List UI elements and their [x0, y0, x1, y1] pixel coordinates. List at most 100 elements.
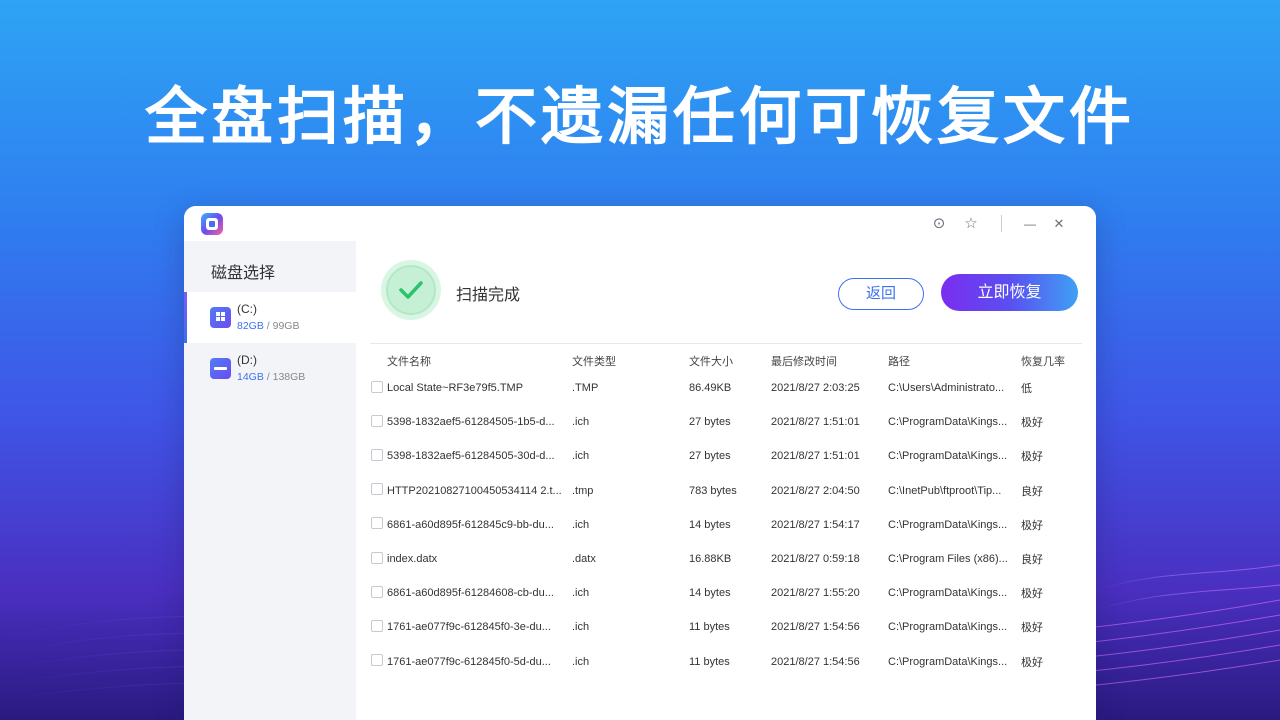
modified-time: 2021/8/27 2:04:50: [771, 484, 860, 497]
table-row[interactable]: 5398-1832aef5-61284505-30d-d... .ich 27 by…: [364, 439, 1081, 473]
row-checkbox[interactable]: [371, 448, 383, 461]
feedback-icon[interactable]: ⊙: [929, 214, 949, 234]
file-size: 27 bytes: [689, 416, 731, 429]
file-name: Local State~RF3e79f5.TMP: [387, 382, 524, 395]
file-path: C:\ProgramData\Kings...: [888, 655, 1008, 668]
file-path: C:\Users\Administrato...: [888, 382, 1005, 395]
file-size: 11 bytes: [689, 655, 730, 668]
row-checkbox[interactable]: [371, 517, 383, 530]
file-type: .TMP: [572, 382, 599, 395]
file-name: 5398-1832aef5-61284505-1b5-d...: [387, 416, 555, 429]
row-checkbox[interactable]: [371, 551, 383, 564]
file-type: .tmp: [572, 484, 594, 497]
drive-item-d[interactable]: (D:) 14GB / 138GB: [184, 343, 356, 394]
scan-status: 扫描完成: [456, 287, 521, 304]
sidebar: 磁盘选择 (C:) 82GB / 99GB (D:) 14GB / 138GB: [184, 241, 356, 720]
recovery-chance: 极好: [1021, 622, 1043, 635]
header-divider: [370, 343, 1082, 344]
file-size: 14 bytes: [689, 518, 731, 531]
modified-time: 2021/8/27 1:54:56: [771, 655, 860, 668]
file-type: .ich: [572, 655, 590, 668]
recover-now-button[interactable]: 立即恢复: [941, 274, 1078, 311]
app-logo-icon: [201, 213, 223, 235]
recovery-chance: 极好: [1021, 656, 1043, 669]
file-size: 86.49KB: [689, 382, 732, 395]
row-checkbox[interactable]: [371, 654, 383, 667]
drive-capacity: 82GB / 99GB: [237, 320, 300, 332]
file-name: HTTP20210827100450534114 2.t...: [387, 484, 562, 497]
table-row[interactable]: index.datx .datx 16.88KB 2021/8/27 0:59:18 C…: [364, 542, 1081, 576]
table-row[interactable]: Local State~RF3e79f5.TMP .TMP 86.49KB 2021/…: [364, 371, 1081, 405]
back-button[interactable]: 返回: [838, 278, 924, 310]
file-size: 14 bytes: [689, 587, 731, 600]
file-table: 文件名称 文件类型 文件大小 最后修改时间 路径 恢复几率 Local Stat…: [364, 351, 1081, 679]
file-name: 6861-a60d895f-612845c9-bb-du...: [387, 518, 554, 531]
file-path: C:\ProgramData\Kings...: [888, 518, 1008, 531]
recovery-chance: 极好: [1021, 519, 1043, 532]
file-path: C:\ProgramData\Kings...: [888, 621, 1008, 634]
file-size: 11 bytes: [689, 621, 730, 634]
windows-drive-icon: [210, 307, 231, 328]
table-row[interactable]: 1761-ae077f9c-612845f0-3e-du... .ich 11 by…: [364, 610, 1081, 644]
table-row[interactable]: 6861-a60d895f-612845c9-bb-du... .ich 14 by…: [364, 508, 1081, 542]
titlebar-divider: [1001, 215, 1002, 232]
file-type: .ich: [572, 518, 590, 531]
modified-time: 2021/8/27 1:54:17: [771, 518, 860, 531]
column-header[interactable]: 路径: [888, 351, 1021, 371]
table-row[interactable]: 1761-ae077f9c-612845f0-5d-du... .ich 11 by…: [364, 645, 1081, 679]
column-header[interactable]: 文件大小: [689, 351, 771, 371]
file-path: C:\ProgramData\Kings...: [888, 450, 1008, 463]
row-checkbox[interactable]: [371, 483, 383, 496]
table-row[interactable]: HTTP20210827100450534114 2.t... .tmp 783 b…: [364, 474, 1081, 508]
row-checkbox[interactable]: [371, 414, 383, 427]
table-header-row: 文件名称 文件类型 文件大小 最后修改时间 路径 恢复几率: [364, 351, 1081, 371]
column-header[interactable]: 恢复几率: [1021, 351, 1081, 371]
file-size: 16.88KB: [689, 553, 732, 566]
table-row[interactable]: 6861-a60d895f-61284608-cb-du... .ich 14 by…: [364, 576, 1081, 610]
star-icon[interactable]: ☆: [961, 214, 981, 234]
modified-time: 2021/8/27 1:55:20: [771, 587, 860, 600]
drive-name: (C:): [237, 302, 257, 316]
table-row[interactable]: 5398-1832aef5-61284505-1b5-d... .ich 27 by…: [364, 405, 1081, 439]
column-header[interactable]: 文件名称: [387, 351, 572, 371]
file-name: index.datx: [387, 553, 438, 566]
minimize-icon[interactable]: —: [1020, 214, 1040, 234]
file-size: 783 bytes: [689, 484, 737, 497]
file-name: 5398-1832aef5-61284505-30d-d...: [387, 450, 555, 463]
file-type: .ich: [572, 621, 590, 634]
row-checkbox[interactable]: [371, 619, 383, 632]
recovery-chance: 极好: [1021, 417, 1043, 430]
file-name: 1761-ae077f9c-612845f0-3e-du...: [387, 621, 551, 634]
close-icon[interactable]: ✕: [1049, 214, 1069, 234]
drive-item-c[interactable]: (C:) 82GB / 99GB: [184, 292, 356, 343]
modified-time: 2021/8/27 1:51:01: [771, 416, 860, 429]
title-bar: ⊙ ☆ — ✕: [184, 206, 1096, 242]
recovery-chance: 极好: [1021, 451, 1043, 464]
recovery-chance: 低: [1021, 383, 1032, 396]
file-name: 1761-ae077f9c-612845f0-5d-du...: [387, 655, 551, 668]
modified-time: 2021/8/27 1:51:01: [771, 450, 860, 463]
file-path: C:\ProgramData\Kings...: [888, 416, 1008, 429]
modified-time: 2021/8/27 1:54:56: [771, 621, 860, 634]
file-name: 6861-a60d895f-61284608-cb-du...: [387, 587, 554, 600]
page-headline: 全盘扫描，不遗漏任何可恢复文件: [144, 80, 1135, 153]
column-header[interactable]: 文件类型: [572, 351, 689, 371]
file-type: .ich: [572, 587, 590, 600]
drive-icon: [210, 358, 231, 379]
recovery-chance: 极好: [1021, 588, 1043, 601]
column-header[interactable]: 最后修改时间: [771, 351, 888, 371]
recovery-chance: 良好: [1021, 485, 1043, 498]
main-panel: 扫描完成 返回 立即恢复 文件名称 文件类型 文件大小 最后修改时间 路径 恢复…: [356, 241, 1096, 720]
modified-time: 2021/8/27 0:59:18: [771, 553, 860, 566]
drive-name: (D:): [237, 353, 257, 367]
file-type: .ich: [572, 450, 590, 463]
drive-capacity: 14GB / 138GB: [237, 371, 306, 383]
file-type: .ich: [572, 416, 590, 429]
row-checkbox[interactable]: [371, 380, 383, 393]
file-size: 27 bytes: [689, 450, 731, 463]
scan-complete-icon: [381, 260, 441, 320]
file-path: C:\ProgramData\Kings...: [888, 587, 1008, 600]
file-path: C:\InetPub\ftproot\Tip...: [888, 484, 1002, 497]
row-checkbox[interactable]: [371, 585, 383, 598]
recovery-chance: 良好: [1021, 554, 1043, 567]
